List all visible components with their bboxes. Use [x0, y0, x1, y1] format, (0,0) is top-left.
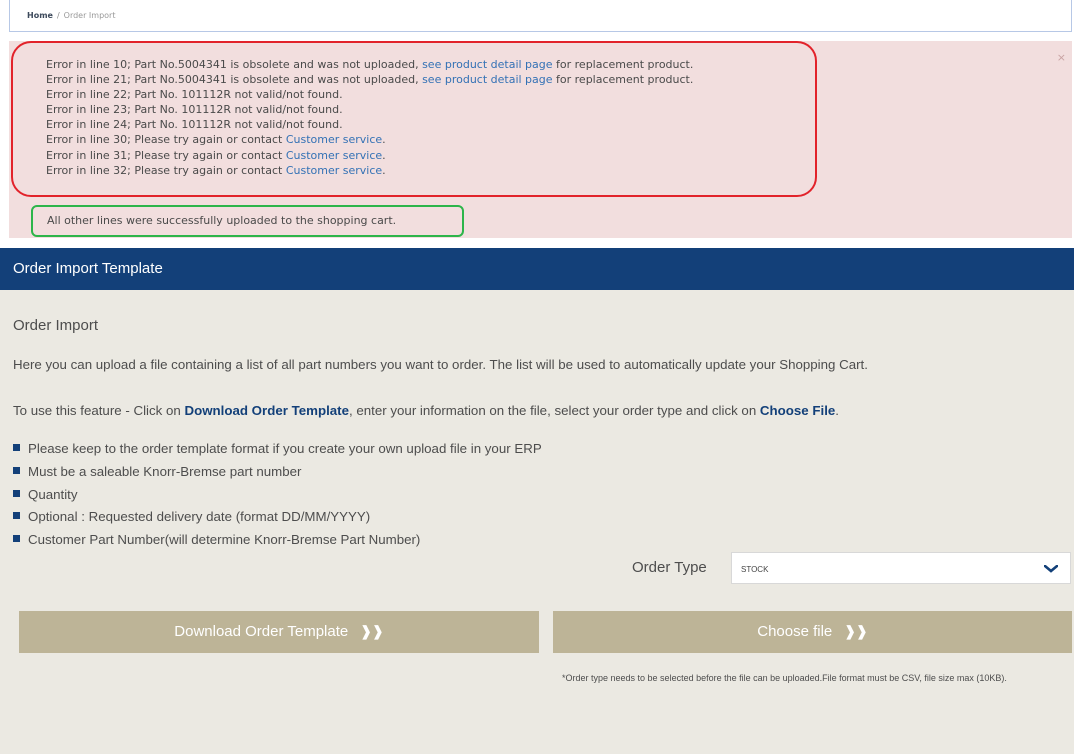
- breadcrumb-separator: /: [56, 11, 60, 20]
- double-chevron-right-icon: ❱❱: [844, 623, 868, 639]
- list-item: Optional : Requested delivery date (form…: [13, 506, 542, 529]
- list-item: Please keep to the order template format…: [13, 438, 542, 461]
- list-item: Customer Part Number(will determine Knor…: [13, 529, 542, 552]
- success-message: All other lines were successfully upload…: [31, 205, 464, 237]
- error-line: Error in line 22; Part No. 101112R not v…: [46, 88, 343, 102]
- bullet-square-icon: [13, 512, 20, 520]
- error-alert: × Error in line 10; Part No.5004341 is o…: [9, 41, 1072, 238]
- error-line: Error in line 31; Please try again or co…: [46, 148, 386, 162]
- list-item: Quantity: [13, 484, 542, 507]
- error-line: Error in line 21; Part No.5004341 is obs…: [46, 73, 694, 87]
- customer-service-link[interactable]: Customer service: [286, 149, 382, 162]
- bullet-square-icon: [13, 535, 20, 543]
- double-chevron-right-icon: ❱❱: [360, 623, 384, 639]
- error-line: Error in line 23; Part No. 101112R not v…: [46, 103, 343, 117]
- top-area: Home / Order Import × Error in line 10; Pa…: [0, 0, 1074, 242]
- bullet-square-icon: [13, 444, 20, 451]
- product-detail-link[interactable]: see product detail page: [422, 58, 552, 71]
- product-detail-link[interactable]: see product detail page: [422, 73, 552, 86]
- section-title: Order Import: [13, 317, 99, 334]
- upload-note: *Order type needs to be selected before …: [562, 673, 1007, 683]
- choose-file-button[interactable]: Choose file ❱❱: [553, 611, 1072, 653]
- breadcrumb-home-link[interactable]: Home: [27, 11, 53, 20]
- close-icon[interactable]: ×: [1057, 51, 1066, 64]
- panel-header: Order Import Template: [0, 248, 1074, 290]
- intro-text: Here you can upload a file containing a …: [13, 357, 868, 372]
- customer-service-link[interactable]: Customer service: [286, 164, 382, 177]
- instructions-text: To use this feature - Click on Download …: [13, 403, 839, 418]
- list-item: Must be a saleable Knorr-Bremse part num…: [13, 461, 542, 484]
- error-line: Error in line 10; Part No.5004341 is obs…: [46, 58, 694, 71]
- error-list: Error in line 10; Part No.5004341 is obs…: [46, 57, 693, 178]
- breadcrumb: Home / Order Import: [9, 0, 1072, 32]
- order-import-panel: Order Import Here you can upload a file …: [0, 290, 1074, 754]
- download-order-template-button[interactable]: Download Order Template ❱❱: [19, 611, 539, 653]
- breadcrumb-current: Order Import: [63, 11, 116, 20]
- error-line: Error in line 24; Part No. 101112R not v…: [46, 118, 343, 132]
- choose-file-mention: Choose File: [759, 403, 836, 418]
- error-line: Error in line 32; Please try again or co…: [46, 163, 386, 177]
- bullet-square-icon: [13, 489, 20, 497]
- requirements-list: Please keep to the order template format…: [13, 438, 542, 552]
- order-type-select[interactable]: STOCK: [731, 552, 1071, 584]
- chevron-down-icon: [1044, 565, 1058, 573]
- bullet-square-icon: [13, 466, 20, 474]
- order-type-value: STOCK: [741, 565, 769, 574]
- download-template-mention: Download Order Template: [184, 403, 349, 418]
- customer-service-link[interactable]: Customer service: [286, 133, 382, 146]
- error-line: Error in line 30; Please try again or co…: [46, 133, 386, 147]
- order-type-label: Order Type: [632, 559, 707, 576]
